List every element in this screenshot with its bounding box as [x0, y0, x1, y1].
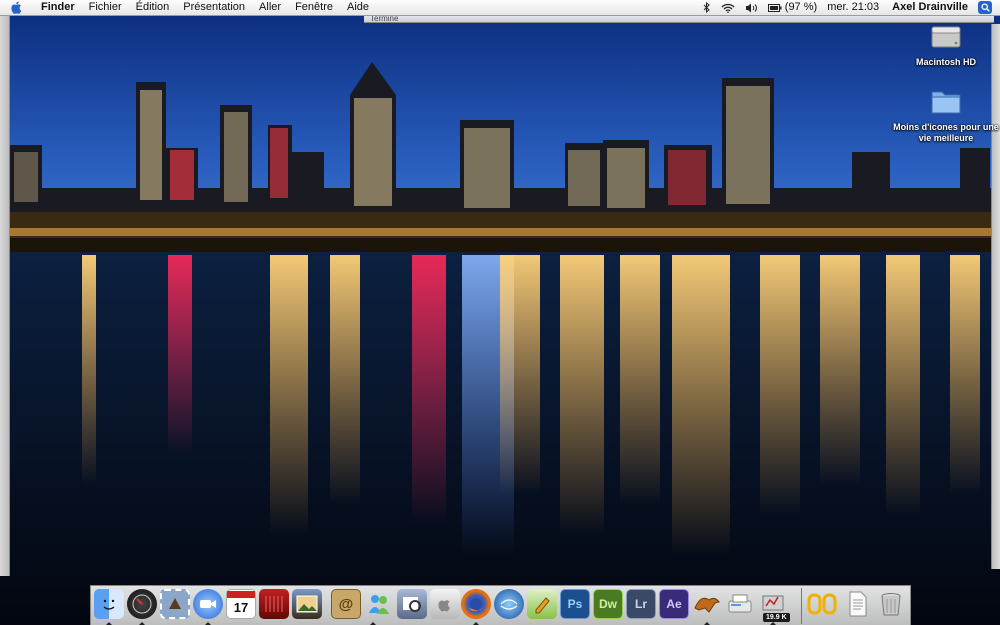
spotlight-button[interactable]	[978, 1, 992, 14]
dock-separator	[801, 588, 802, 624]
messenger-icon	[369, 595, 389, 614]
dock-finder[interactable]	[94, 589, 124, 619]
dock-iphoto[interactable]	[292, 589, 322, 619]
dock-printer[interactable]	[725, 589, 755, 619]
menu-clock[interactable]: mer. 21:03	[822, 0, 884, 15]
bluetooth-icon	[703, 2, 710, 13]
dock-messenger[interactable]	[364, 589, 394, 619]
menu-presentation[interactable]: Présentation	[176, 0, 252, 15]
apple-menu[interactable]	[11, 1, 27, 14]
bluetooth-menu[interactable]	[698, 2, 716, 13]
dashboard-icon	[132, 594, 152, 614]
preview-icon	[403, 597, 421, 612]
trash-icon	[881, 593, 901, 616]
after-effects-icon: Ae	[666, 597, 682, 611]
desktop-icon-folder[interactable]: Moins d'icones pour une vie meilleure	[891, 85, 1000, 144]
menu-fenetre[interactable]: Fenêtre	[288, 0, 340, 15]
dreamweaver-icon: Dw	[599, 597, 617, 611]
dock-google-earth[interactable]	[494, 589, 524, 619]
apple-icon	[11, 1, 22, 14]
folder-icon	[931, 91, 961, 114]
menu-fichier[interactable]: Fichier	[82, 0, 129, 15]
dock-trash[interactable]	[876, 589, 906, 619]
battery-percentage: (97 %)	[784, 1, 818, 13]
dock-preview[interactable]	[397, 589, 427, 619]
dock-stuffit[interactable]	[807, 589, 837, 619]
desktop-icon-label: Macintosh HD	[915, 57, 976, 67]
menu-aide[interactable]: Aide	[340, 0, 376, 15]
battery-icon	[767, 3, 782, 12]
dock-ical[interactable]: 17	[226, 589, 256, 619]
calendar-date: 17	[233, 599, 249, 615]
dock-dashboard[interactable]	[127, 589, 157, 619]
dock-firefox[interactable]	[461, 589, 491, 619]
dock-editor[interactable]	[527, 589, 557, 619]
printer-icon	[728, 594, 752, 613]
dock-dreamweaver[interactable]: Dw	[593, 589, 623, 619]
calendar-icon	[227, 590, 255, 598]
wifi-icon	[721, 3, 735, 13]
wifi-menu[interactable]	[716, 3, 740, 13]
hard-drive-icon	[931, 26, 961, 48]
menu-edition[interactable]: Édition	[129, 0, 177, 15]
lion-icon	[694, 597, 720, 613]
desktop-icon-macintosh-hd[interactable]: Macintosh HD	[891, 22, 1000, 68]
battery-menu[interactable]: (97 %)	[763, 0, 822, 15]
menu-aller[interactable]: Aller	[252, 0, 288, 15]
dock: 17 @ Ps Dw Lr Ae 19.9 K	[90, 585, 911, 625]
dock-ichat[interactable]	[193, 589, 223, 619]
menu-bar: Finder Fichier Édition Présentation Alle…	[0, 0, 1000, 16]
volume-icon	[745, 3, 757, 12]
dock-document[interactable]	[843, 589, 873, 619]
video-camera-icon	[200, 600, 216, 608]
dock-photoshop[interactable]: Ps	[560, 589, 590, 619]
spotlight-icon	[980, 3, 990, 12]
dock-x-lion[interactable]	[692, 589, 722, 619]
apple-logo-icon	[438, 600, 450, 612]
dock-mail[interactable]	[160, 589, 190, 619]
left-window-edge[interactable]	[0, 16, 10, 576]
globe-icon	[500, 599, 518, 610]
desktop-icon-label: Moins d'icones pour une vie meilleure	[893, 122, 999, 143]
photoshop-icon: Ps	[567, 597, 583, 611]
photo-icon	[296, 595, 318, 613]
network-activity-badge: 19.9 K	[763, 613, 790, 622]
pencil-icon	[535, 597, 550, 614]
finder-icon	[103, 599, 115, 610]
document-icon	[849, 591, 867, 617]
address-book-icon: @	[338, 595, 354, 613]
menu-app-name[interactable]: Finder	[37, 0, 82, 15]
user-menu[interactable]: Axel Drainville	[884, 0, 976, 15]
lightroom-icon: Lr	[635, 597, 647, 611]
dock-after-effects[interactable]: Ae	[659, 589, 689, 619]
mail-stamp-icon	[169, 598, 181, 609]
dock-address-book[interactable]: @	[331, 589, 361, 619]
dock-lightroom[interactable]: Lr	[626, 589, 656, 619]
desktop-wallpaper	[0, 0, 1000, 625]
volume-menu[interactable]	[740, 3, 763, 13]
dock-apple-store[interactable]	[430, 589, 460, 619]
stuffit-icon	[807, 593, 837, 615]
dock-front-row[interactable]	[259, 589, 289, 619]
curtain-icon	[265, 596, 283, 612]
firefox-icon	[469, 598, 483, 611]
